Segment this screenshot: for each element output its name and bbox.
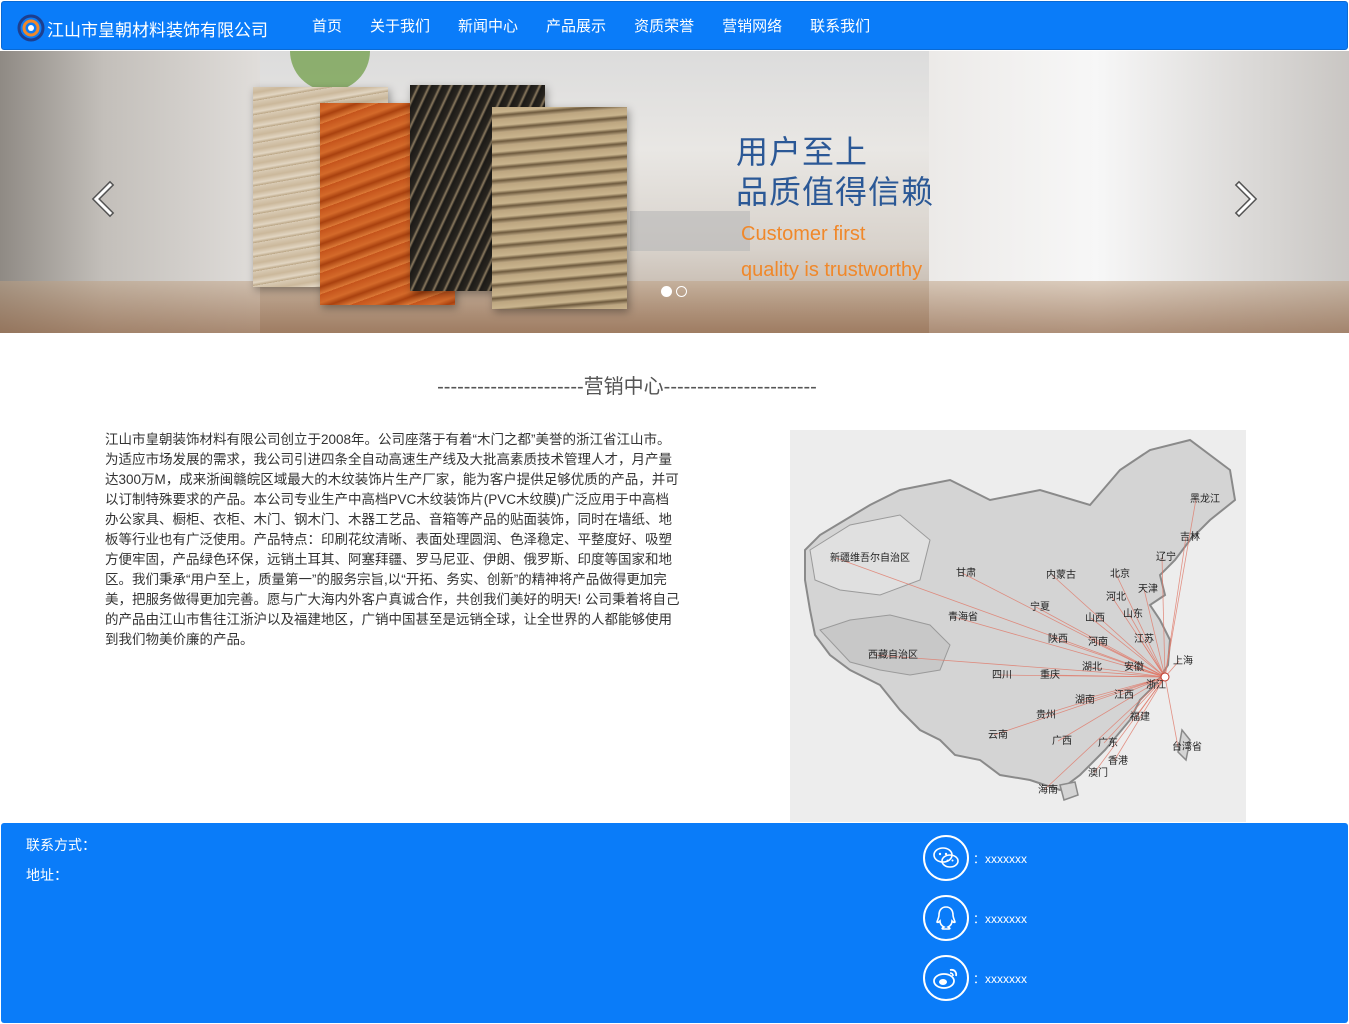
map-label-29: 广东 — [1098, 736, 1118, 749]
map-label-2: 辽宁 — [1156, 550, 1176, 563]
map-label-25: 福建 — [1130, 710, 1150, 723]
map-label-15: 江苏 — [1134, 632, 1154, 645]
map-label-8: 河北 — [1106, 591, 1126, 603]
nav-item-contact[interactable]: 联系我们 — [796, 2, 884, 51]
map-label-21: 重庆 — [1040, 668, 1060, 681]
map-label-31: 香港 — [1108, 755, 1128, 767]
map-label-32: 澳门 — [1088, 766, 1108, 779]
map-label-28: 广西 — [1052, 735, 1072, 747]
china-map-graphic: 黑龙江吉林辽宁新疆维吾尔自治区甘肃 内蒙古 北京天津河北宁夏山西 山东青海省陕西 河南江… — [804, 438, 1237, 801]
nav-item-about[interactable]: 关于我们 — [356, 2, 444, 51]
qq-icon[interactable] — [923, 895, 969, 941]
hub-marker — [1160, 672, 1170, 682]
map-label-16: 西藏自治区 — [868, 648, 918, 661]
china-map-outline — [804, 438, 1237, 792]
map-label-33: 海南 — [1038, 783, 1058, 796]
nav-item-products[interactable]: 产品展示 — [532, 2, 620, 51]
map-label-9: 宁夏 — [1030, 600, 1050, 613]
banner-carousel: 用户至上 品质值得信赖 Customer first quality is tr… — [0, 51, 1349, 333]
wood-swatch-striped-ash — [492, 107, 627, 309]
wechat-contact: ：xxxxxxx — [923, 835, 1027, 881]
map-label-4: 甘肃 — [956, 566, 976, 579]
carousel-dot-1[interactable] — [661, 286, 672, 297]
company-intro: 江山市皇朝装饰材料有限公司创立于2008年。公司座落于有着“木门之都”美誉的浙江… — [105, 432, 680, 647]
weibo-id: ：xxxxxxx — [973, 971, 1028, 986]
china-map-hainan — [1059, 781, 1079, 801]
carousel-indicators — [661, 286, 687, 297]
map-label-10: 山西 — [1085, 612, 1105, 624]
map-label-5: 内蒙古 — [1046, 568, 1076, 581]
map-label-26: 贵州 — [1036, 708, 1056, 721]
map-label-13: 陕西 — [1048, 632, 1068, 645]
weibo-contact: ：xxxxxxx — [923, 955, 1027, 1001]
nav-item-marketing[interactable]: 营销网络 — [708, 2, 796, 51]
carousel-prev-arrow-icon[interactable] — [84, 179, 124, 219]
brand-name: 江山市皇朝材料装饰有限公司 — [47, 20, 268, 40]
weibo-icon[interactable] — [923, 955, 969, 1001]
nav-item-home[interactable]: 首页 — [298, 2, 356, 51]
map-label-6: 北京 — [1110, 567, 1130, 580]
carousel-next-arrow-icon[interactable] — [1225, 179, 1265, 219]
map-label-12: 青海省 — [948, 610, 978, 623]
china-sales-map: 黑龙江 吉林 辽宁 新疆维吾尔自治区 甘肃 内蒙古 北京 天津 河北 宁夏 山西 山东 青海省 陕西 河南江… — [790, 430, 1246, 822]
banner-slogan-cn-2: 品质值得信赖 — [736, 174, 935, 210]
nav-item-news[interactable]: 新闻中心 — [444, 2, 532, 51]
brand[interactable]: 江山市皇朝材料装饰有限公司 — [17, 14, 268, 42]
company-logo-icon — [17, 14, 45, 42]
wechat-id: ：xxxxxxx — [973, 851, 1028, 866]
map-label-30: 台湾省 — [1172, 740, 1202, 753]
map-label-14: 河南 — [1088, 635, 1108, 648]
banner-slogan-en-2: quality is trustworthy — [741, 259, 923, 281]
map-label-24: 湖南 — [1075, 693, 1095, 706]
top-navbar: 江山市皇朝材料装饰有限公司 首页 关于我们 新闻中心 产品展示 资质荣誉 营销网… — [1, 1, 1348, 50]
footer: 联系方式： 地址： ：xxxxxxx ：xxxxxxx ：xxxxxxx — [1, 823, 1348, 1023]
carousel-dot-2[interactable] — [676, 286, 687, 297]
map-label-18: 安徽 — [1124, 660, 1144, 673]
map-label-17: 湖北 — [1082, 661, 1102, 673]
wechat-icon[interactable] — [923, 835, 969, 881]
banner-cabinet — [630, 211, 750, 251]
map-label-23: 江西 — [1114, 689, 1134, 701]
qq-id: ：xxxxxxx — [973, 911, 1028, 926]
map-label-3: 新疆维吾尔自治区 — [830, 551, 910, 564]
contact-label: 联系方式： — [26, 837, 96, 853]
map-label-27: 云南 — [988, 728, 1008, 741]
map-label-1: 吉林 — [1180, 530, 1200, 543]
route-line — [1164, 676, 1179, 748]
banner-plant — [290, 51, 370, 91]
banner-slogan-en-1: Customer first — [741, 223, 866, 245]
map-label-20: 四川 — [992, 670, 1012, 681]
map-label-0: 黑龙江 — [1190, 492, 1220, 505]
nav-menu: 首页 关于我们 新闻中心 产品展示 资质荣誉 营销网络 联系我们 — [298, 2, 884, 51]
nav-item-honors[interactable]: 资质荣誉 — [620, 2, 708, 51]
address-label: 地址： — [26, 867, 68, 883]
map-label-11: 山东 — [1123, 607, 1143, 620]
map-label-7: 天津 — [1138, 583, 1158, 595]
qq-contact: ：xxxxxxx — [923, 895, 1027, 941]
map-label-19: 上海 — [1173, 654, 1193, 667]
section-title: ----------------------营销中心--------------… — [437, 376, 817, 398]
